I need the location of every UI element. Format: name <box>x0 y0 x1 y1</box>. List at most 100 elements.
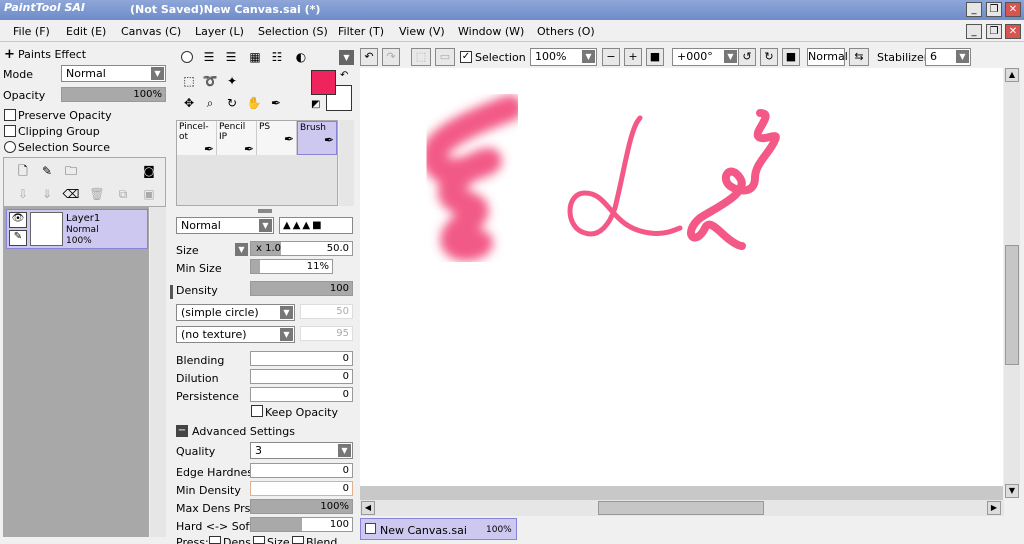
min-size-slider[interactable]: 11% <box>250 259 333 274</box>
view-mode-button[interactable]: Normal <box>807 48 848 66</box>
rect-select-icon[interactable]: ⬚ <box>180 72 198 90</box>
close-button[interactable]: ✕ <box>1005 2 1021 17</box>
lasso-icon[interactable]: ➰ <box>201 72 219 90</box>
merge-down-icon[interactable]: ⇓ <box>38 185 56 203</box>
stabilizer-select[interactable]: 6 ▼ <box>925 48 971 66</box>
hand-icon[interactable]: ✋ <box>245 94 263 112</box>
new-folder-icon[interactable]: 🗀 <box>62 162 80 180</box>
user-swatch-icon[interactable]: ◐ <box>292 48 310 66</box>
tool-pincel[interactable]: Pincel-ot ✒ <box>177 121 217 155</box>
size-range-dropdown[interactable]: ▼ <box>235 243 248 256</box>
swap-colors-icon[interactable]: ↶ <box>340 70 348 81</box>
scratchpad-icon[interactable]: ☷ <box>268 48 286 66</box>
redo-icon[interactable]: ↷ <box>382 48 400 66</box>
merge-visible-icon[interactable]: ⧉ <box>114 185 132 203</box>
min-density-slider[interactable]: 0 <box>250 481 353 496</box>
menu-edit[interactable]: Edit (E) <box>66 25 106 38</box>
reset-colors-icon[interactable]: ◩ <box>311 99 320 110</box>
layer-list-scrollbar[interactable] <box>150 207 166 537</box>
zoom-icon[interactable]: ⌕ <box>201 94 219 112</box>
menu-view[interactable]: View (V) <box>399 25 445 38</box>
preserve-opacity-checkbox[interactable] <box>4 109 16 121</box>
menu-selection[interactable]: Selection (S) <box>258 25 328 38</box>
zoom-reset-icon[interactable]: ■ <box>646 48 664 66</box>
selection-checkbox[interactable]: ✓ <box>460 51 472 63</box>
undo-icon[interactable]: ↶ <box>360 48 378 66</box>
brush-shape-select[interactable]: (simple circle) ▼ <box>176 304 295 321</box>
swatches-icon[interactable]: ▦ <box>246 48 264 66</box>
layer-opacity-slider[interactable]: 100% <box>61 87 166 102</box>
flatten-icon[interactable]: ▣ <box>140 185 158 203</box>
clear-layer-icon[interactable]: ⌫ <box>62 185 80 203</box>
texture-strength-slider[interactable]: 95 <box>300 326 353 341</box>
tool-ps[interactable]: PS ✒ <box>257 121 297 155</box>
scroll-down-icon[interactable]: ▼ <box>1005 484 1019 498</box>
hard-soft-slider[interactable]: 100 <box>250 517 353 532</box>
zoom-in-icon[interactable]: + <box>624 48 642 66</box>
mask-icon[interactable]: ◙ <box>140 162 158 180</box>
color-panel-toggle-icon[interactable]: ▼ <box>339 50 354 65</box>
menu-layer[interactable]: Layer (L) <box>195 25 244 38</box>
brush-blend-select[interactable]: Normal ▼ <box>176 217 274 234</box>
color-wheel-icon[interactable] <box>181 51 193 63</box>
deselect-icon[interactable]: ⬚ <box>411 48 431 66</box>
zoom-out-icon[interactable]: − <box>602 48 620 66</box>
minimize-button[interactable]: _ <box>966 2 982 17</box>
zoom-select[interactable]: 100% ▼ <box>530 48 597 66</box>
scroll-up-icon[interactable]: ▲ <box>1005 68 1019 82</box>
panel-splitter[interactable] <box>258 209 272 213</box>
eye-icon[interactable]: 👁 <box>9 212 27 228</box>
horizontal-scroll-thumb[interactable] <box>598 501 764 515</box>
scroll-right-icon[interactable]: ▶ <box>987 501 1001 515</box>
tool-grid-scrollbar[interactable] <box>339 120 354 206</box>
menu-others[interactable]: Others (O) <box>537 25 595 38</box>
size-slider[interactable]: x 1.0 50.0 <box>250 241 353 256</box>
blending-slider[interactable]: 0 <box>250 351 353 366</box>
shape-strength-slider[interactable]: 50 <box>300 304 353 319</box>
drawing-canvas[interactable] <box>360 68 1003 486</box>
hsv-slider-icon[interactable]: ☰ <box>222 48 240 66</box>
menu-file[interactable]: File (F) <box>13 25 50 38</box>
max-dens-slider[interactable]: 100% <box>250 499 353 514</box>
persistence-slider[interactable]: 0 <box>250 387 353 402</box>
move-icon[interactable]: ✥ <box>180 94 198 112</box>
keep-opacity-checkbox[interactable] <box>251 405 263 417</box>
texture-select[interactable]: (no texture) ▼ <box>176 326 295 343</box>
delete-layer-icon[interactable]: 🗑 <box>88 185 106 203</box>
tool-brush[interactable]: Brush ✒ <box>297 121 337 155</box>
dilution-slider[interactable]: 0 <box>250 369 353 384</box>
new-layer-icon[interactable]: 🗋 <box>14 162 32 180</box>
edge-hardness-slider[interactable]: 0 <box>250 463 353 478</box>
eyedropper-icon[interactable]: ✒ <box>267 94 285 112</box>
rotate-ccw-icon[interactable]: ↺ <box>738 48 756 66</box>
doc-restore-button[interactable]: ❐ <box>986 24 1002 39</box>
selection-source-radio[interactable] <box>4 141 16 153</box>
press-blend-checkbox[interactable] <box>292 536 304 544</box>
restore-button[interactable]: ❐ <box>986 2 1002 17</box>
doc-close-button[interactable]: ✕ <box>1005 24 1021 39</box>
menu-filter[interactable]: Filter (T) <box>338 25 384 38</box>
scroll-left-icon[interactable]: ◀ <box>361 501 375 515</box>
paints-effect-toggle[interactable]: + <box>4 47 15 62</box>
rotate-cw-icon[interactable]: ↻ <box>760 48 778 66</box>
press-dens-checkbox[interactable] <box>209 536 221 544</box>
vertical-scroll-thumb[interactable] <box>1005 245 1019 365</box>
clipping-group-checkbox[interactable] <box>4 125 16 137</box>
invert-selection-icon[interactable]: ▭ <box>435 48 455 66</box>
doc-minimize-button[interactable]: _ <box>966 24 982 39</box>
new-linework-layer-icon[interactable]: ✎ <box>38 162 56 180</box>
menu-window[interactable]: Window (W) <box>458 25 524 38</box>
brush-shape-selector[interactable]: ▲▲▲■ <box>279 217 353 234</box>
rgb-slider-icon[interactable]: ☰ <box>200 48 218 66</box>
rotate-icon[interactable]: ↻ <box>223 94 241 112</box>
flip-horizontal-icon[interactable]: ⇆ <box>849 48 869 66</box>
collapse-icon[interactable]: − <box>176 425 188 437</box>
press-size-checkbox[interactable] <box>253 536 265 544</box>
rotation-select[interactable]: +000° ▼ <box>672 48 739 66</box>
panel-resize-handle[interactable] <box>170 285 173 299</box>
transfer-down-icon[interactable]: ⇩ <box>14 185 32 203</box>
magic-wand-icon[interactable]: ✦ <box>223 72 241 90</box>
rotation-reset-icon[interactable]: ■ <box>782 48 800 66</box>
density-slider[interactable]: 100 <box>250 281 353 296</box>
quality-select[interactable]: 3 ▼ <box>250 442 353 459</box>
